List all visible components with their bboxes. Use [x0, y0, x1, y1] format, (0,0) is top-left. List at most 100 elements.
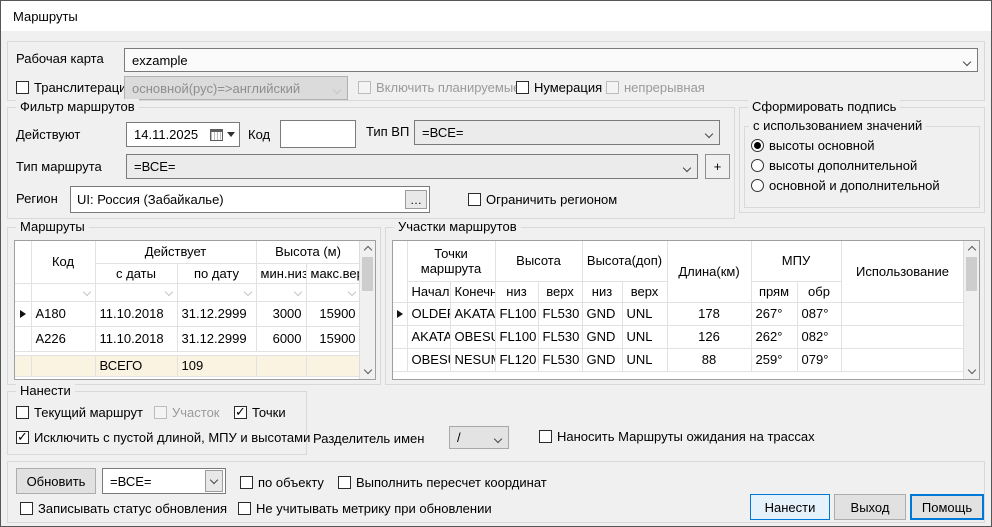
col-header-usage[interactable]: Использование — [841, 241, 965, 303]
filter-cell[interactable] — [31, 283, 96, 302]
cell-start[interactable]: OLDEP — [407, 302, 451, 326]
exit-button[interactable]: Выход — [834, 494, 906, 520]
cell-high[interactable]: FL530 — [538, 325, 583, 349]
radio-main-and-additional[interactable]: основной и дополнительной — [751, 178, 940, 193]
col-header-valid[interactable]: Действует — [95, 241, 257, 264]
cell-to[interactable]: 31.12.2999 — [177, 301, 257, 327]
cell-usage[interactable] — [841, 325, 965, 349]
col-header-length[interactable]: Длина(км) — [667, 241, 752, 303]
cell-usage[interactable] — [841, 348, 965, 372]
cell-length[interactable]: 178 — [667, 302, 752, 326]
table-row[interactable]: А226 11.10.2018 31.12.2999 6000 15900 — [15, 326, 361, 352]
cell-length[interactable]: 88 — [667, 348, 752, 372]
cell-min[interactable]: 6000 — [256, 326, 307, 352]
holding-routes-checkbox[interactable]: Наносить Маршруты ожидания на трассах — [539, 429, 815, 444]
cell-from[interactable]: 11.10.2018 — [95, 301, 178, 327]
col-header-end[interactable]: Конечная — [450, 281, 496, 303]
working-map-combo[interactable]: exzample — [124, 48, 978, 72]
draw-button[interactable]: Нанести — [750, 494, 830, 520]
cell-length[interactable]: 126 — [667, 325, 752, 349]
table-row[interactable]: OLDEP AKATA FL100 FL530 GND UNL 178 267°… — [393, 302, 965, 326]
filter-cell[interactable] — [177, 283, 257, 302]
col-header-fwd[interactable]: прям — [751, 281, 798, 303]
scroll-up-icon[interactable] — [964, 241, 979, 256]
add-route-type-button[interactable]: + — [705, 154, 730, 179]
cell-high2[interactable]: UNL — [622, 302, 668, 326]
cell-code[interactable]: А226 — [31, 326, 96, 352]
cell-max[interactable]: 15900 — [306, 326, 361, 352]
col-header-points[interactable]: Точки маршрута — [407, 241, 496, 282]
cell-low2[interactable]: GND — [582, 302, 623, 326]
scroll-up-icon[interactable] — [360, 241, 375, 256]
table-row[interactable]: AKATA OBESU FL100 FL530 GND UNL 126 262°… — [393, 325, 965, 349]
col-header-height-add[interactable]: Высота(доп) — [582, 241, 668, 282]
radio-height-additional[interactable]: высоты дополнительной — [751, 158, 917, 173]
col-header-high[interactable]: верх — [538, 281, 583, 303]
col-header-height[interactable]: Высота (м) — [256, 241, 361, 264]
filter-cell[interactable] — [306, 283, 361, 302]
col-header-max[interactable]: макс.верх — [306, 263, 361, 284]
col-header-to[interactable]: по дату — [177, 263, 257, 284]
col-header-height[interactable]: Высота — [495, 241, 583, 282]
col-header-high[interactable]: верх — [622, 281, 668, 303]
valid-date-picker[interactable]: 14.11.2025 — [126, 122, 240, 147]
cell-end[interactable]: NESUM — [450, 348, 496, 372]
cell-low2[interactable]: GND — [582, 348, 623, 372]
cell-start[interactable]: AKATA — [407, 325, 451, 349]
cell-min[interactable]: 3000 — [256, 301, 307, 327]
col-header-start[interactable]: Начальная — [407, 281, 451, 303]
cell-low[interactable]: FL100 — [495, 302, 539, 326]
write-status-checkbox[interactable]: Записывать статус обновления — [20, 501, 227, 516]
cell-back[interactable]: 087° — [797, 302, 842, 326]
col-header-low[interactable]: низ — [582, 281, 623, 303]
update-scope-combo[interactable]: =ВСЕ= — [102, 468, 226, 494]
cell-back[interactable]: 079° — [797, 348, 842, 372]
col-header-back[interactable]: обр — [797, 281, 842, 303]
cell-usage[interactable] — [841, 302, 965, 326]
cell-start[interactable]: OBESU — [407, 348, 451, 372]
table-row[interactable]: OBESU NESUM FL120 FL530 GND UNL 88 259° … — [393, 348, 965, 372]
exclude-empty-checkbox[interactable]: Исключить с пустой длиной, МПУ и высотам… — [16, 429, 310, 445]
code-input[interactable] — [280, 120, 356, 148]
cell-low[interactable]: FL100 — [495, 325, 539, 349]
cell-low2[interactable]: GND — [582, 325, 623, 349]
cell-end[interactable]: OBESU — [450, 325, 496, 349]
col-header-min[interactable]: мин.низ — [256, 263, 307, 284]
cell-max[interactable]: 15900 — [306, 301, 361, 327]
cell-high[interactable]: FL530 — [538, 348, 583, 372]
update-button[interactable]: Обновить — [16, 468, 96, 494]
col-header-code[interactable]: Код — [31, 241, 96, 284]
cell-high2[interactable]: UNL — [622, 325, 668, 349]
scrollbar-thumb[interactable] — [362, 257, 373, 291]
scroll-down-icon[interactable] — [964, 364, 979, 379]
recalc-coordinates-checkbox[interactable]: Выполнить пересчет координат — [338, 475, 547, 490]
col-header-low[interactable]: низ — [495, 281, 539, 303]
cell-end[interactable]: AKATA — [450, 302, 496, 326]
segments-vertical-scrollbar[interactable] — [963, 241, 979, 379]
cell-fwd[interactable]: 259° — [751, 348, 798, 372]
region-browse-button[interactable]: … — [405, 190, 427, 209]
help-button[interactable]: Помощь — [910, 494, 984, 520]
radio-height-main[interactable]: высоты основной — [751, 138, 874, 153]
cell-low[interactable]: FL120 — [495, 348, 539, 372]
route-type-combo[interactable]: =ВСЕ= — [126, 154, 698, 179]
scrollbar-thumb[interactable] — [966, 257, 977, 291]
filter-cell[interactable] — [256, 283, 307, 302]
cell-high[interactable]: FL530 — [538, 302, 583, 326]
routes-vertical-scrollbar[interactable] — [359, 241, 375, 379]
cell-from[interactable]: 11.10.2018 — [95, 326, 178, 352]
by-object-checkbox[interactable]: по объекту — [240, 475, 324, 490]
cell-high2[interactable]: UNL — [622, 348, 668, 372]
transliteration-checkbox[interactable]: Транслитерация — [16, 80, 133, 95]
vp-type-combo[interactable]: =ВСЕ= — [414, 120, 720, 145]
current-route-checkbox[interactable]: Текущий маршрут — [16, 405, 143, 420]
cell-code[interactable]: А180 — [31, 301, 96, 327]
cell-to[interactable]: 31.12.2999 — [177, 326, 257, 352]
region-field[interactable]: UI: Россия (Забайкалье) … — [70, 186, 430, 213]
col-header-mpu[interactable]: МПУ — [751, 241, 842, 282]
ignore-metric-checkbox[interactable]: Не учитывать метрику при обновлении — [238, 501, 492, 516]
points-checkbox[interactable]: Точки — [234, 404, 286, 420]
filter-cell[interactable] — [95, 283, 178, 302]
cell-back[interactable]: 082° — [797, 325, 842, 349]
scroll-down-icon[interactable] — [360, 364, 375, 379]
